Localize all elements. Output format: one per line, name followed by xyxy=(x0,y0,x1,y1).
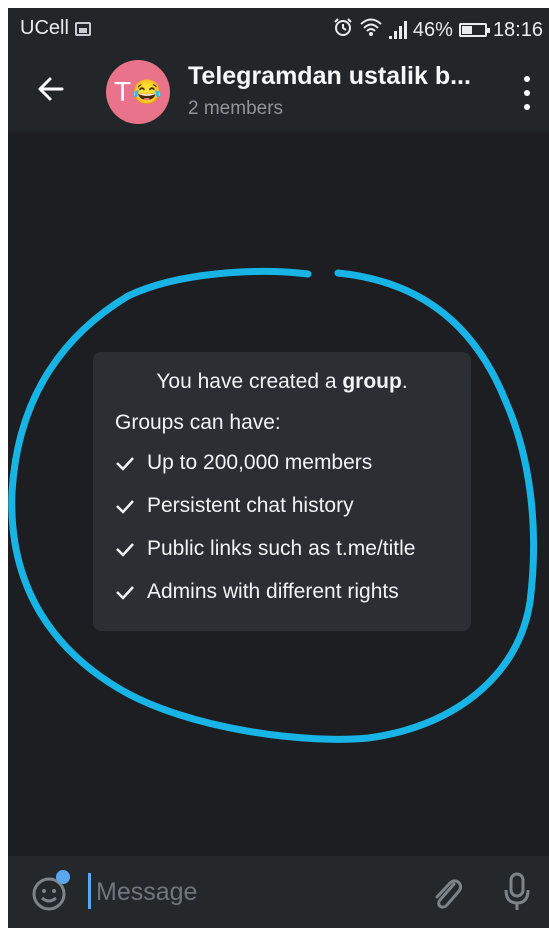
feature-text: Admins with different rights xyxy=(147,580,399,603)
feature-item: Public links such as t.me/title xyxy=(115,537,449,561)
chat-area: You have created a group. Groups can hav… xyxy=(8,132,549,856)
group-created-message: You have created a group. Groups can hav… xyxy=(93,352,471,631)
feature-text: Public links such as t.me/title xyxy=(147,537,416,560)
check-icon xyxy=(116,500,134,514)
intro-bold: group xyxy=(342,370,402,393)
chat-title[interactable]: Telegramdan ustalik b... xyxy=(188,62,488,91)
message-input[interactable] xyxy=(94,870,398,914)
more-options-button[interactable] xyxy=(519,76,535,110)
more-vert-dot xyxy=(524,104,530,110)
attach-button[interactable] xyxy=(428,872,464,912)
message-composer xyxy=(8,856,549,928)
voice-record-button[interactable] xyxy=(502,870,532,914)
phone-screen: UCell 46% 18:16 T 😂 Telegramdan ustalik … xyxy=(8,8,549,928)
intro-prefix: You have created a xyxy=(156,370,343,393)
check-icon xyxy=(116,586,134,600)
image-icon xyxy=(74,21,91,36)
text-cursor xyxy=(88,873,91,909)
back-arrow-icon xyxy=(38,77,64,101)
battery-icon xyxy=(458,23,490,37)
check-icon xyxy=(116,457,134,471)
chat-header: T 😂 Telegramdan ustalik b... 2 members xyxy=(8,48,549,132)
clock: 18:16 xyxy=(492,18,543,41)
group-created-intro: You have created a group. xyxy=(115,370,449,394)
battery-percent: 46% xyxy=(412,18,453,41)
wifi-icon xyxy=(359,17,383,43)
groups-can-have-heading: Groups can have: xyxy=(115,411,281,434)
avatar-letter: T xyxy=(114,76,132,107)
feature-text: Up to 200,000 members xyxy=(147,451,373,474)
mic-icon xyxy=(504,872,530,910)
status-bar: UCell 46% 18:16 xyxy=(8,8,549,48)
member-count[interactable]: 2 members xyxy=(188,98,283,120)
feature-item: Up to 200,000 members xyxy=(115,451,449,475)
feature-text: Persistent chat history xyxy=(147,494,354,517)
back-button[interactable] xyxy=(36,72,66,106)
carrier-name: UCell xyxy=(20,17,69,39)
feature-item: Persistent chat history xyxy=(115,494,449,518)
attach-icon xyxy=(435,879,463,909)
more-vert-dot xyxy=(524,90,530,96)
check-icon xyxy=(116,543,134,557)
intro-suffix: . xyxy=(401,370,408,393)
feature-item: Admins with different rights xyxy=(115,580,449,604)
avatar[interactable]: T 😂 xyxy=(106,60,170,124)
signal-icon xyxy=(388,21,407,39)
avatar-emoji: 😂 xyxy=(132,78,162,106)
more-vert-icon xyxy=(524,76,530,82)
emoji-notification-dot xyxy=(56,870,70,884)
alarm-icon xyxy=(333,17,353,43)
